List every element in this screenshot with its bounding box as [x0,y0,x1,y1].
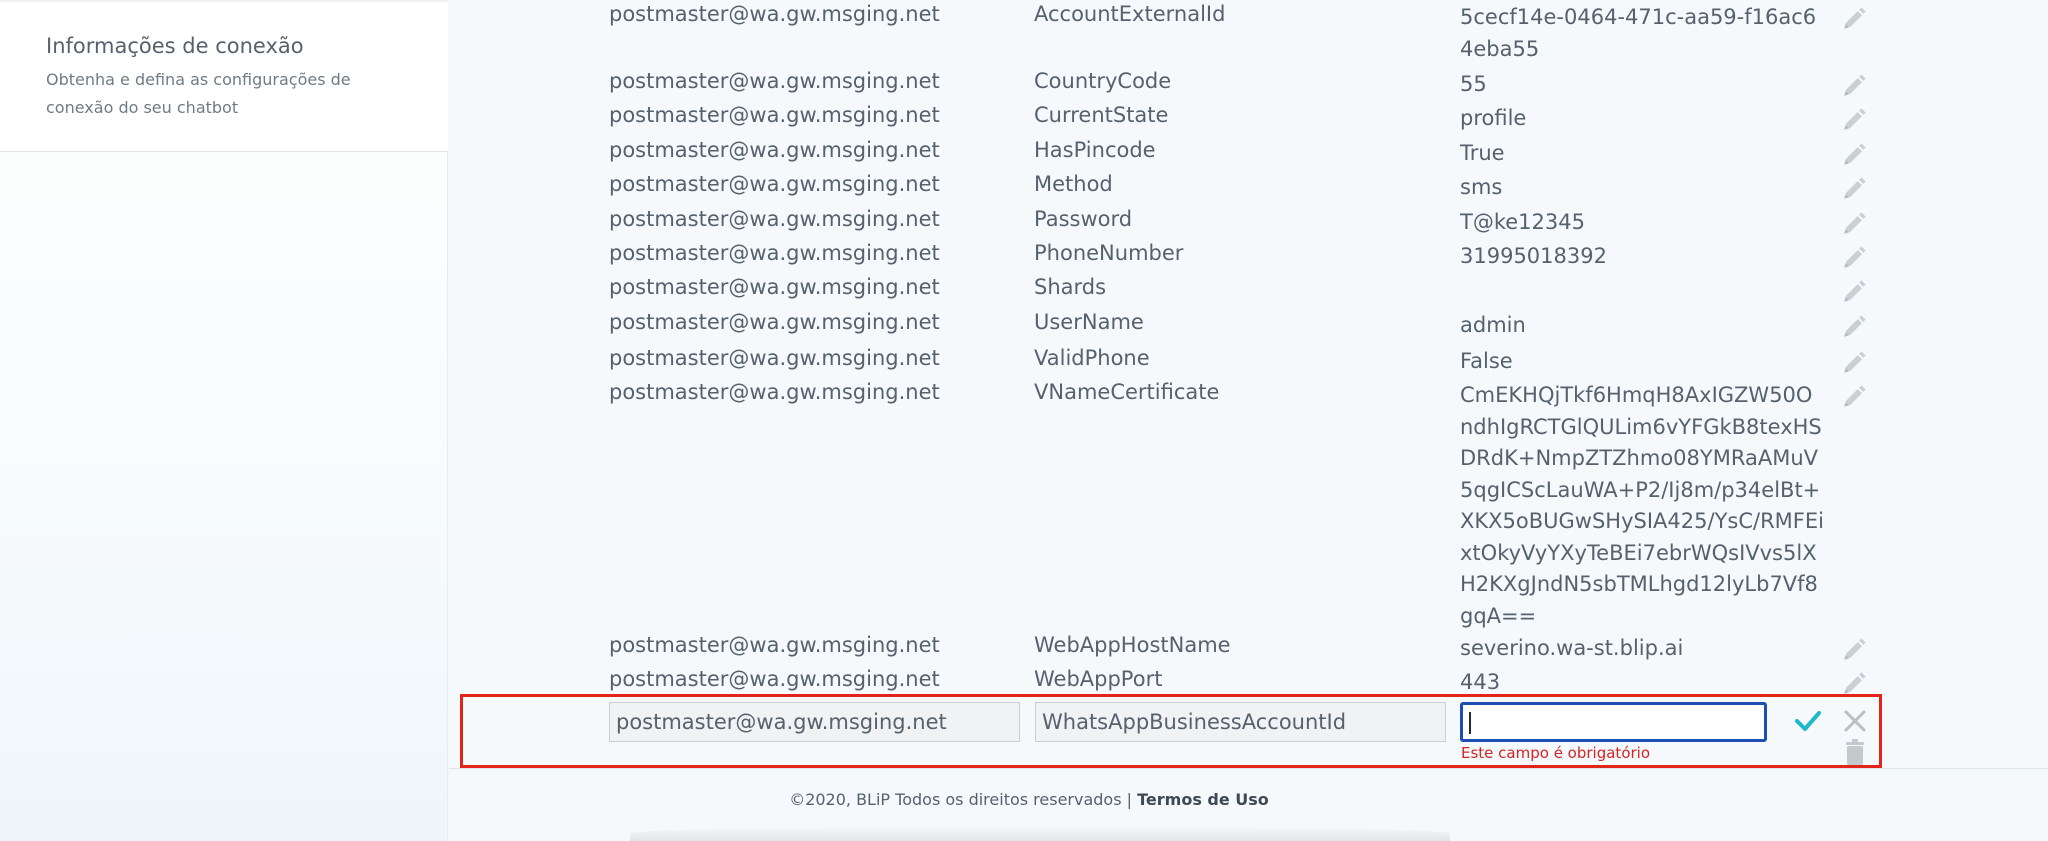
value-cell: 55 [1460,72,1487,96]
pencil-icon[interactable] [1839,209,1869,239]
sidebar-section-connection[interactable]: Informações de conexão Obtenha e defina … [0,0,448,152]
key-cell: ValidPhone [1034,346,1150,370]
key-cell: Password [1034,207,1133,231]
value-cell: 31995018392 [1460,244,1607,268]
key-cell: Shards [1034,275,1107,299]
identity-cell: postmaster@wa.gw.msging.net [609,380,940,404]
terms-of-use-link[interactable]: Termos de Uso [1137,790,1269,809]
footer-copyright: ©2020, BLiP Todos os direitos reservados… [789,790,1133,809]
pencil-icon[interactable] [1839,635,1869,665]
value-cell: profile [1460,106,1527,130]
value-cell: admin [1460,313,1526,337]
trash-icon[interactable] [1844,738,1866,766]
value-cell: False [1460,349,1513,373]
pencil-icon[interactable] [1839,382,1869,412]
key-cell: CurrentState [1034,103,1169,127]
identity-cell: postmaster@wa.gw.msging.net [609,241,940,265]
identity-cell: postmaster@wa.gw.msging.net [609,667,940,691]
footer: ©2020, BLiP Todos os direitos reservados… [449,790,1609,809]
pencil-icon[interactable] [1839,348,1869,378]
pencil-icon[interactable] [1839,4,1869,34]
value-cell: T@ke12345 [1460,210,1585,234]
footer-divider [449,768,2048,769]
identity-cell: postmaster@wa.gw.msging.net [609,2,940,26]
sidebar-section-description: Obtenha e defina as configurações de con… [46,70,351,117]
identity-cell: postmaster@wa.gw.msging.net [609,69,940,93]
pencil-icon[interactable] [1839,71,1869,101]
pencil-icon[interactable] [1839,243,1869,273]
validation-error: Este campo é obrigatório [1461,744,1651,762]
value-cell: severino.wa-st.blip.ai [1460,636,1684,660]
value-cell: CmEKHQjTkf6HmqH8AxIGZW50OndhIgRCTGlQULim… [1460,383,1824,628]
identity-cell: postmaster@wa.gw.msging.net [609,275,940,299]
sidebar: Informações de conexão Obtenha e defina … [0,0,448,841]
identity-cell: postmaster@wa.gw.msging.net [609,310,940,334]
identity-cell: postmaster@wa.gw.msging.net [609,346,940,370]
key-cell: WebAppPort [1034,667,1163,691]
new-resource-row: postmaster@wa.gw.msging.net WhatsAppBusi… [460,694,1882,768]
identity-cell: postmaster@wa.gw.msging.net [609,103,940,127]
text-caret [1469,712,1471,734]
pencil-icon[interactable] [1839,140,1869,170]
pencil-icon[interactable] [1839,312,1869,342]
identity-cell: postmaster@wa.gw.msging.net [609,138,940,162]
pencil-icon[interactable] [1839,277,1869,307]
identity-input[interactable]: postmaster@wa.gw.msging.net [609,702,1020,742]
sidebar-section-title: Informações de conexão [46,34,304,58]
key-cell: VNameCertificate [1034,380,1220,404]
key-cell: CountryCode [1034,69,1172,93]
value-cell: 5cecf14e-0464-471c-aa59-f16ac64eba55 [1460,5,1817,61]
value-input[interactable] [1460,702,1767,742]
key-cell: HasPincode [1034,138,1156,162]
footer-shadow [630,826,1450,841]
identity-cell: postmaster@wa.gw.msging.net [609,207,940,231]
key-cell: WebAppHostName [1034,633,1231,657]
identity-cell: postmaster@wa.gw.msging.net [609,633,940,657]
value-cell: True [1460,141,1505,165]
value-cell: sms [1460,175,1503,199]
key-input[interactable]: WhatsAppBusinessAccountId [1035,702,1446,742]
key-cell: PhoneNumber [1034,241,1184,265]
identity-cell: postmaster@wa.gw.msging.net [609,172,940,196]
pencil-icon[interactable] [1839,105,1869,135]
close-icon[interactable] [1841,707,1869,735]
key-cell: Method [1034,172,1113,196]
key-cell: UserName [1034,310,1144,334]
pencil-icon[interactable] [1839,174,1869,204]
key-cell: AccountExternalId [1034,2,1226,26]
check-icon[interactable] [1791,704,1825,738]
